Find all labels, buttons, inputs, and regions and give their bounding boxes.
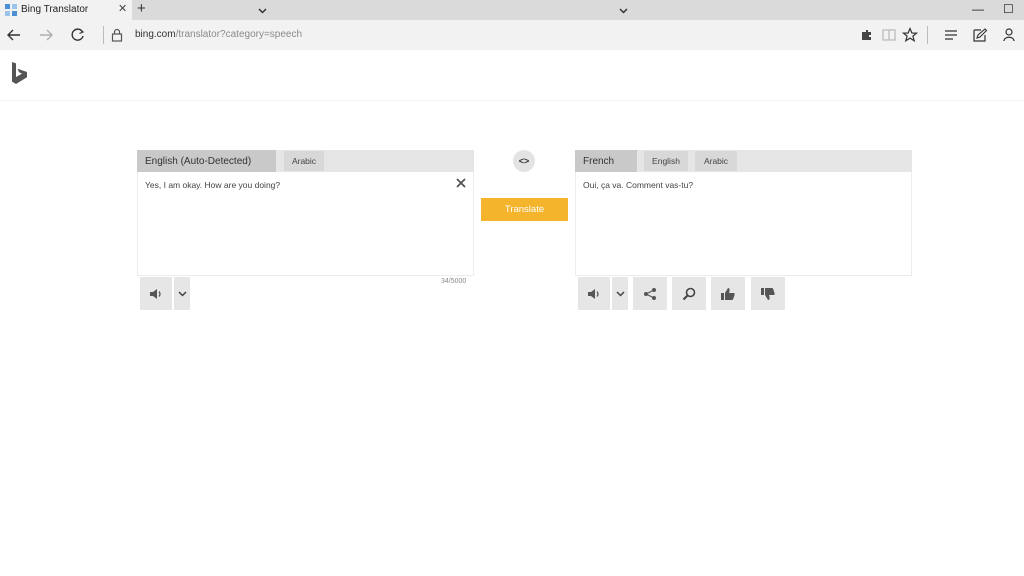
header-divider	[0, 100, 1024, 101]
target-language-label: French	[583, 155, 615, 167]
address-bar: bing.com/translator?category=speech	[0, 20, 1024, 50]
clear-text-icon[interactable]	[455, 177, 467, 189]
reading-view-icon[interactable]	[881, 27, 897, 43]
share-icon[interactable]	[1001, 27, 1017, 43]
chevron-down-icon	[258, 8, 267, 14]
url-host: bing.com	[135, 29, 176, 40]
source-text: Yes, I am okay. How are you doing?	[145, 180, 281, 190]
browser-tab-bar: Bing Translator ✕ + — ☐	[0, 0, 1024, 20]
toolbar-separator	[927, 26, 928, 44]
search-translation-button[interactable]	[672, 277, 706, 310]
target-tab-english[interactable]: English	[644, 151, 688, 171]
thumbs-up-icon	[721, 287, 735, 300]
refresh-icon[interactable]	[69, 26, 87, 44]
bing-logo-icon[interactable]	[10, 62, 30, 86]
chevron-down-icon	[619, 8, 628, 14]
web-note-icon[interactable]	[972, 27, 988, 43]
character-count: 34/5000	[441, 278, 467, 285]
swap-languages-button[interactable]: <>	[513, 150, 535, 172]
chevron-down-icon	[615, 290, 625, 297]
target-language-dropdown[interactable]: French	[575, 150, 637, 172]
search-icon	[682, 287, 696, 300]
address-separator	[103, 26, 104, 44]
thumbs-up-button[interactable]	[711, 277, 745, 310]
hub-icon[interactable]	[943, 27, 959, 43]
minimize-button[interactable]: —	[972, 2, 984, 16]
source-voice-dropdown[interactable]	[174, 277, 190, 310]
browser-tab[interactable]: Bing Translator ✕	[0, 0, 132, 20]
translated-text: Oui, ça va. Comment vas-tu?	[583, 180, 694, 190]
share-icon	[644, 287, 656, 300]
tab-close-icon[interactable]: ✕	[118, 3, 127, 15]
forward-arrow-icon[interactable]	[37, 26, 55, 44]
maximize-button[interactable]: ☐	[1003, 2, 1014, 16]
target-text-area: Oui, ça va. Comment vas-tu?	[575, 172, 912, 276]
share-translation-button[interactable]	[633, 277, 667, 310]
favorite-star-icon[interactable]	[902, 27, 918, 43]
tab-title: Bing Translator	[21, 4, 89, 15]
lock-icon	[111, 28, 123, 42]
bing-translator-favicon-icon	[5, 4, 17, 16]
speaker-icon	[150, 288, 161, 299]
extensions-icon[interactable]	[859, 27, 875, 43]
source-text-area[interactable]: Yes, I am okay. How are you doing?	[137, 172, 474, 276]
translate-button[interactable]: Translate	[481, 198, 568, 221]
back-arrow-icon[interactable]	[5, 26, 23, 44]
thumbs-down-button[interactable]	[751, 277, 785, 310]
thumbs-down-icon	[761, 287, 775, 300]
target-tab-arabic[interactable]: Arabic	[695, 151, 737, 171]
source-language-label: English (Auto-Detected)	[145, 155, 252, 167]
target-voice-dropdown[interactable]	[612, 277, 628, 310]
source-tab-arabic[interactable]: Arabic	[284, 151, 324, 171]
new-tab-button[interactable]: +	[137, 1, 146, 17]
chevron-down-icon	[177, 290, 187, 297]
source-listen-button[interactable]	[140, 277, 172, 310]
source-language-dropdown[interactable]: English (Auto-Detected)	[137, 150, 276, 172]
url-path: /translator?category=speech	[175, 29, 303, 40]
speaker-icon	[588, 288, 599, 299]
target-listen-button[interactable]	[578, 277, 610, 310]
url-field[interactable]: bing.com/translator?category=speech	[135, 29, 302, 40]
